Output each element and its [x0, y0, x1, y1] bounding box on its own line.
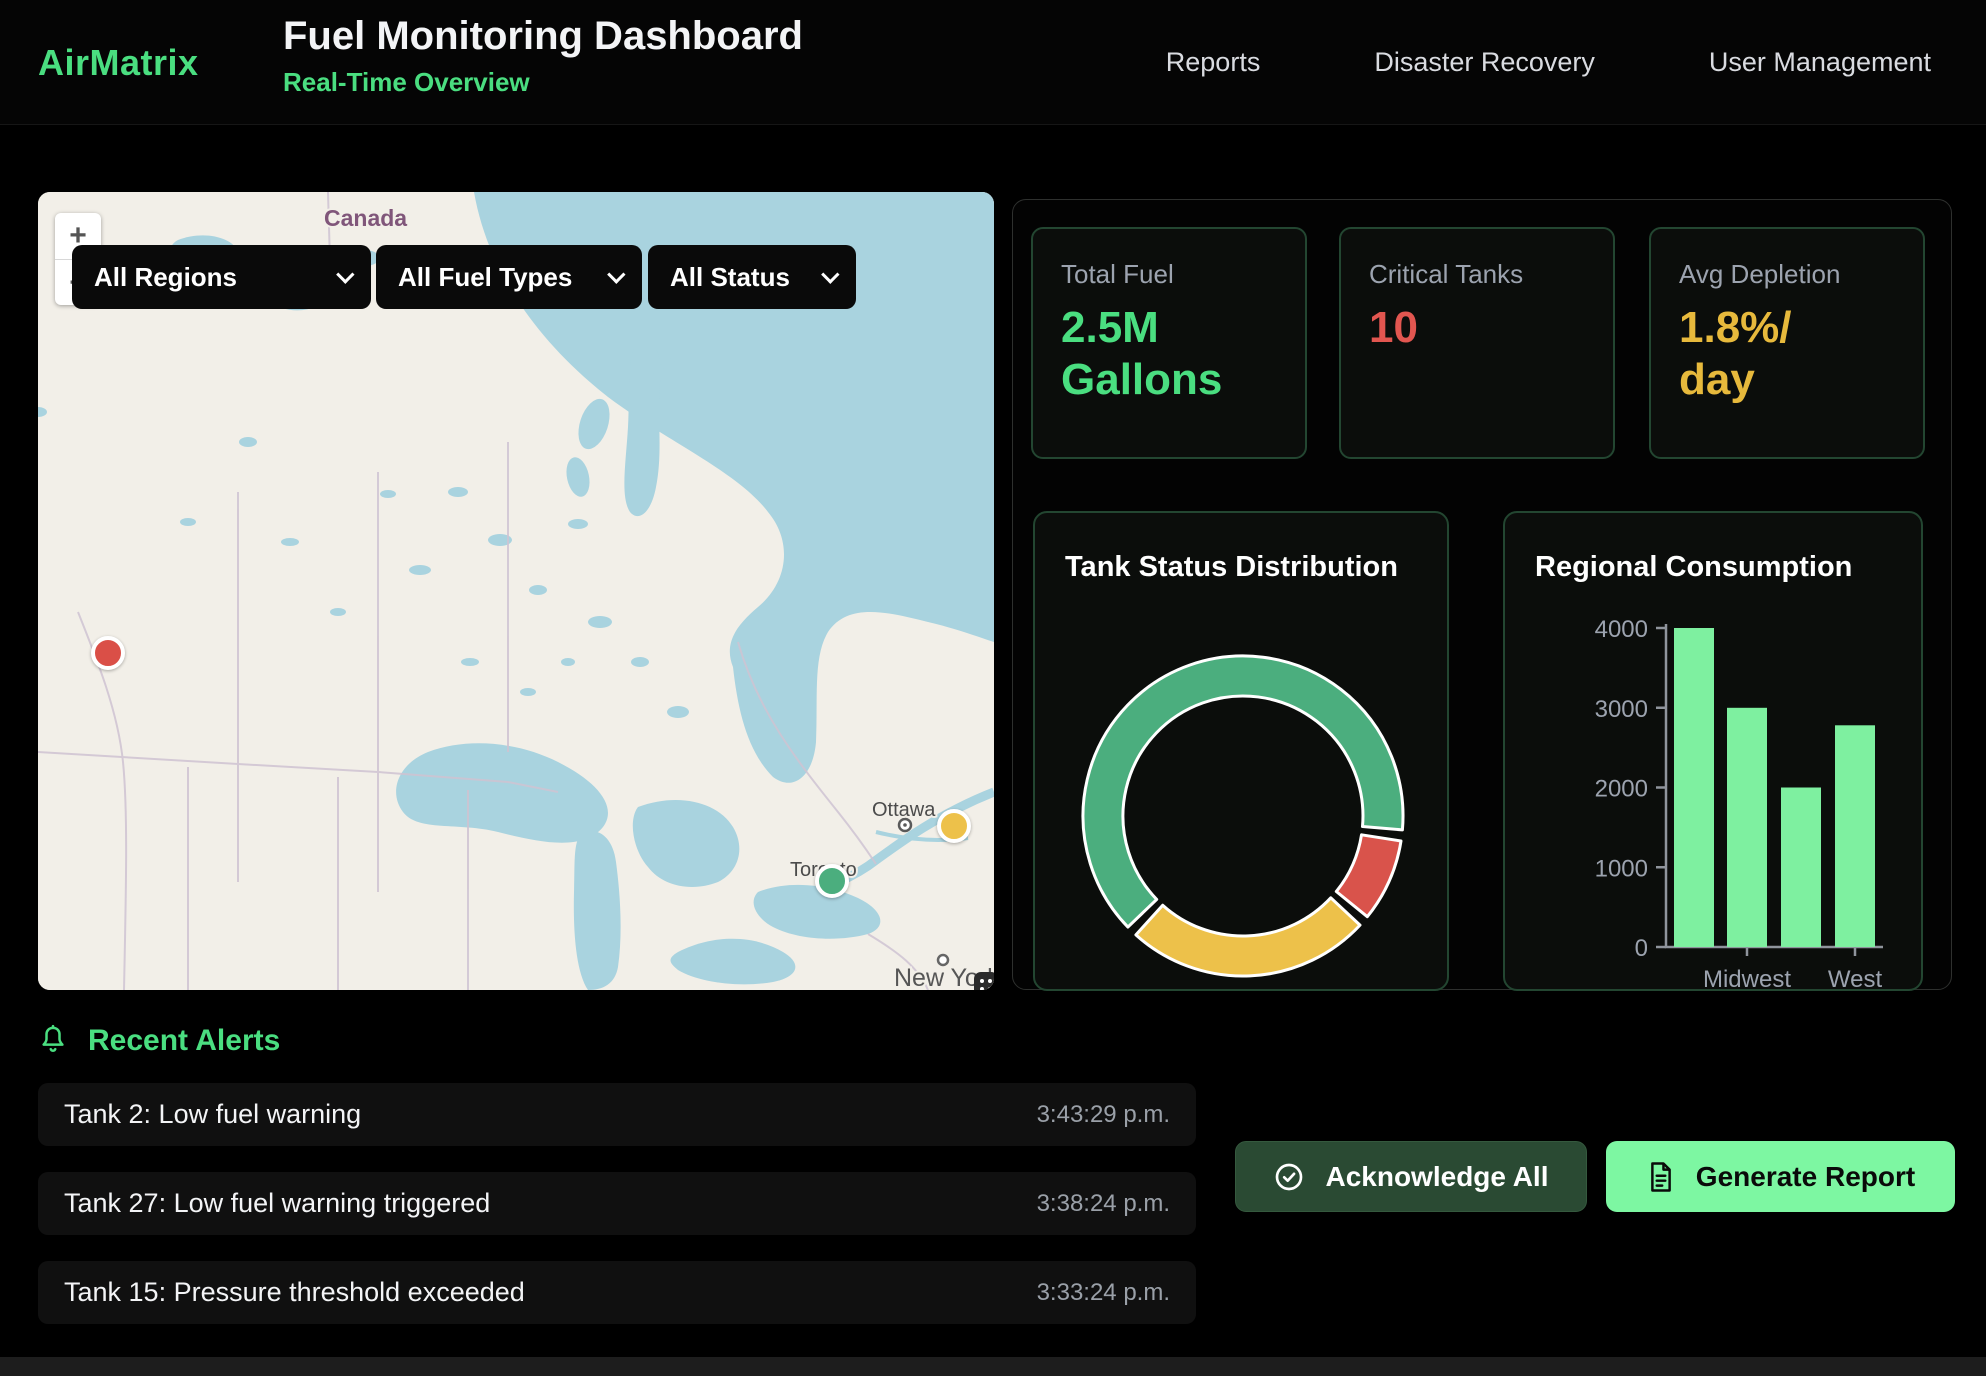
y-tick-label: 0: [1635, 935, 1648, 962]
tank-marker-critical[interactable]: [91, 636, 125, 670]
filter-label: All Regions: [94, 262, 237, 293]
alert-timestamp: 3:33:24 p.m.: [1037, 1279, 1170, 1307]
y-tick-label: 1000: [1595, 855, 1648, 882]
bar-region-4: [1835, 725, 1875, 947]
nav-item-disaster-recovery[interactable]: Disaster Recovery: [1374, 47, 1595, 78]
alert-list: Tank 2: Low fuel warning3:43:29 p.m.Tank…: [38, 1083, 1196, 1324]
brand-logo: AirMatrix: [38, 42, 199, 84]
title-block: Fuel Monitoring Dashboard Real-Time Over…: [283, 14, 803, 98]
tank-status-card: Tank Status Distribution: [1033, 511, 1449, 991]
resize-handle-icon[interactable]: [974, 972, 994, 990]
tank-marker-warning[interactable]: [937, 809, 971, 843]
stat-label: Critical Tanks: [1369, 259, 1585, 290]
filter-dropdown-all-regions[interactable]: All Regions: [72, 245, 371, 309]
nav-item-user-management[interactable]: User Management: [1709, 47, 1931, 78]
chevron-down-icon: [336, 265, 354, 283]
stat-card-total-fuel: Total Fuel 2.5MGallons: [1031, 227, 1307, 459]
filter-dropdown-all-fuel-types[interactable]: All Fuel Types: [376, 245, 642, 309]
alert-row[interactable]: Tank 27: Low fuel warning triggered 3:38:…: [38, 1172, 1196, 1235]
stat-label: Total Fuel: [1061, 259, 1277, 290]
bar-region-1: [1674, 628, 1714, 947]
generate-report-button[interactable]: Generate Report: [1606, 1141, 1955, 1212]
regional-consumption-chart: 0 1000 2000 3000 4000 Midwest West: [1505, 513, 1925, 993]
alert-row[interactable]: Tank 2: Low fuel warning 3:43:29 p.m.: [38, 1083, 1196, 1146]
chevron-down-icon: [607, 265, 625, 283]
chevron-down-icon: [821, 265, 839, 283]
y-tick-label: 2000: [1595, 776, 1648, 803]
alert-timestamp: 3:43:29 p.m.: [1037, 1101, 1170, 1129]
y-tick-label: 3000: [1595, 696, 1648, 723]
tank-status-donut: [1035, 513, 1451, 993]
page-title: Fuel Monitoring Dashboard: [283, 14, 803, 59]
bar-region-3: [1781, 788, 1821, 948]
alert-message: Tank 15: Pressure threshold exceeded: [64, 1277, 525, 1308]
tank-marker-normal[interactable]: [815, 864, 849, 898]
map-canvas: Canada Ottawa Toronto New York: [38, 192, 994, 990]
donut-segment-warning: [1136, 898, 1360, 976]
alert-message: Tank 2: Low fuel warning: [64, 1099, 361, 1130]
acknowledge-all-label: Acknowledge All: [1325, 1161, 1548, 1193]
check-circle-icon: [1273, 1161, 1305, 1193]
stat-value: 10: [1369, 302, 1585, 354]
alerts-title: Recent Alerts: [88, 1024, 280, 1058]
main-nav: Reports Disaster Recovery User Management: [1166, 0, 1931, 125]
bar-region-2: [1727, 708, 1767, 947]
x-tick-label: West: [1828, 966, 1883, 993]
alert-timestamp: 3:38:24 p.m.: [1037, 1190, 1170, 1218]
filter-label: All Fuel Types: [398, 262, 572, 293]
alert-row[interactable]: Tank 15: Pressure threshold exceeded 3:33…: [38, 1261, 1196, 1324]
y-tick-label: 4000: [1595, 616, 1648, 643]
bottom-strip: [0, 1357, 1986, 1376]
map-label-ottawa: Ottawa: [872, 799, 936, 821]
nav-item-reports[interactable]: Reports: [1166, 47, 1261, 78]
map-water-lake-michigan: [574, 831, 621, 990]
stat-value: 1.8%/day: [1679, 302, 1895, 406]
document-icon: [1646, 1161, 1676, 1193]
metrics-panel: Total Fuel 2.5MGallons Critical Tanks 10 Avg…: [1012, 199, 1952, 990]
stat-label: Avg Depletion: [1679, 259, 1895, 290]
regional-consumption-card: Regional Consumption 01000200030004000Mi…: [1503, 511, 1923, 991]
map-label-canada: Canada: [324, 205, 407, 231]
generate-report-label: Generate Report: [1696, 1161, 1915, 1193]
page-subtitle: Real-Time Overview: [283, 67, 803, 98]
alert-message: Tank 27: Low fuel warning triggered: [64, 1188, 490, 1219]
stat-value: 2.5MGallons: [1061, 302, 1277, 406]
x-tick-label: Midwest: [1703, 966, 1791, 993]
filter-dropdown-all-status[interactable]: All Status: [648, 245, 856, 309]
alerts-header: Recent Alerts: [38, 1024, 280, 1058]
filter-label: All Status: [670, 262, 790, 293]
acknowledge-all-button[interactable]: Acknowledge All: [1235, 1141, 1587, 1212]
fleet-map[interactable]: Canada Ottawa Toronto New York + − All R…: [38, 192, 994, 990]
bell-icon: [38, 1024, 68, 1058]
donut-segment-critical: [1336, 835, 1401, 917]
stat-card-avg-depletion: Avg Depletion 1.8%/day: [1649, 227, 1925, 459]
stat-card-critical-tanks: Critical Tanks 10: [1339, 227, 1615, 459]
dashboard: AirMatrix Fuel Monitoring Dashboard Real…: [0, 0, 1986, 1376]
app-header: AirMatrix Fuel Monitoring Dashboard Real…: [0, 0, 1986, 125]
